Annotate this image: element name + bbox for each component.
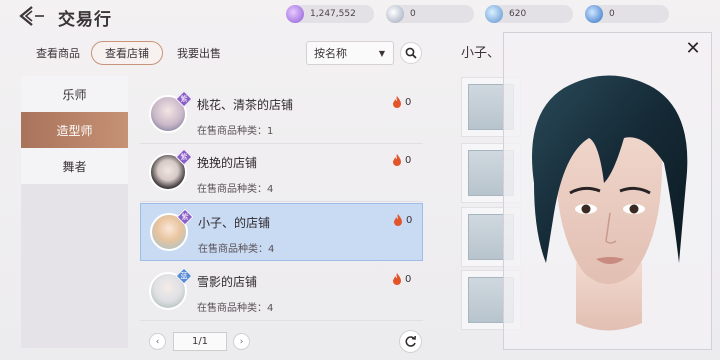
flame-icon — [394, 214, 402, 226]
header-bar: 交易行 1,247,552 0 620 0 — [0, 0, 720, 34]
character-portrait — [504, 33, 711, 349]
blue-orb-icon — [585, 5, 603, 23]
shop-name: 挽挽的店铺 — [197, 156, 258, 170]
currency-value: 0 — [410, 9, 416, 19]
blue-gem-icon — [485, 5, 503, 23]
character-preview-panel — [503, 32, 712, 350]
currency-value: 0 — [609, 9, 615, 19]
search-button[interactable] — [400, 42, 422, 64]
flame-icon — [393, 96, 401, 108]
currency-crystal: 1,247,552 — [286, 5, 374, 23]
currency-value: 1,247,552 — [310, 9, 356, 19]
shop-name: 桃花、清茶的店铺 — [197, 98, 294, 112]
currency-silver: 0 — [386, 5, 474, 23]
heat-count: 0 — [392, 154, 411, 166]
refresh-button[interactable] — [399, 330, 422, 353]
purple-crystal-icon — [286, 5, 304, 23]
shop-row[interactable]: 紫 挽挽的店铺 在售商品种类：4 0 — [140, 144, 423, 202]
shop-name: 雪影的店铺 — [197, 275, 258, 289]
sort-dropdown[interactable]: 按名称 ▼ — [306, 41, 394, 65]
prev-page-button[interactable]: ‹ — [149, 333, 166, 350]
tab-view-shops[interactable]: 查看店铺 — [91, 41, 163, 65]
currency-value: 620 — [509, 9, 527, 19]
tab-view-goods[interactable]: 查看商品 — [27, 41, 89, 65]
refresh-icon — [405, 335, 416, 347]
silver-coin-icon — [386, 5, 404, 23]
search-icon — [405, 47, 417, 59]
shop-item-count: 在售商品种类：4 — [198, 244, 275, 255]
currency-gem: 620 — [485, 5, 573, 23]
shop-item-count: 在售商品种类：4 — [197, 303, 274, 314]
shop-item-count: 在售商品种类：4 — [197, 184, 274, 195]
category-sidebar: 乐师 造型师 舞者 — [21, 76, 128, 348]
flame-icon — [393, 154, 401, 166]
currency-orb: 0 — [585, 5, 669, 23]
heat-count: 0 — [392, 273, 411, 285]
shop-detail-title: 小子、 — [461, 46, 501, 61]
shop-row[interactable]: 蓝 雪影的店铺 在售商品种类：4 0 — [140, 263, 423, 321]
shop-list: 紫 桃花、清茶的店铺 在售商品种类：1 0 紫 挽挽的店铺 在售商品种类：4 0… — [140, 76, 423, 326]
page-indicator: 1/1 — [173, 332, 227, 351]
category-stylist[interactable]: 造型师 — [21, 112, 128, 148]
flame-icon — [393, 273, 401, 285]
shop-row[interactable]: 紫 桃花、清茶的店铺 在售商品种类：1 0 — [140, 86, 423, 144]
category-dancer[interactable]: 舞者 — [21, 148, 128, 184]
chevron-down-icon: ▼ — [378, 49, 385, 58]
sort-value: 按名称 — [314, 47, 347, 60]
shop-item-count: 在售商品种类：1 — [197, 126, 274, 137]
shop-name: 小子、的店铺 — [198, 216, 271, 230]
tab-sell[interactable]: 我要出售 — [168, 41, 230, 65]
page-title: 交易行 — [58, 10, 112, 30]
close-button[interactable]: ✕ — [684, 40, 702, 58]
heat-count: 0 — [392, 96, 411, 108]
shop-row-selected[interactable]: 紫 小子、的店铺 在售商品种类：4 0 — [140, 203, 423, 261]
next-page-button[interactable]: › — [233, 333, 250, 350]
back-arrow-icon[interactable] — [18, 5, 46, 27]
heat-count: 0 — [393, 214, 412, 226]
category-musician[interactable]: 乐师 — [21, 76, 128, 112]
